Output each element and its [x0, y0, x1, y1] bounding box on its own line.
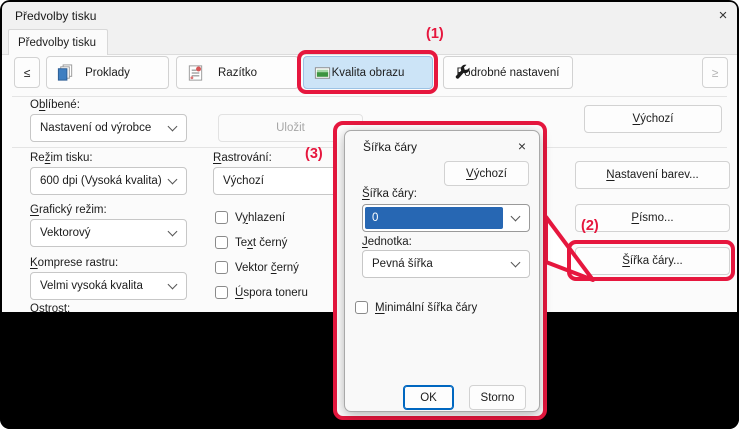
wrench-icon: [453, 63, 472, 82]
save-button-label: Uložit: [276, 122, 305, 134]
scroll-tabs-right-button[interactable]: ≥: [702, 57, 728, 88]
defaults-button[interactable]: Výchozí: [584, 105, 722, 133]
annotation-label-2: (2): [581, 218, 599, 234]
unit-select[interactable]: Pevná šířka: [362, 250, 530, 278]
scroll-left-icon: ≤: [24, 66, 31, 80]
chevron-down-icon: [168, 122, 178, 132]
favorites-select[interactable]: Nastavení od výrobce: [30, 114, 187, 142]
tab-covers[interactable]: Proklady: [46, 56, 169, 89]
dialog-line-width-label: Šířka čáry:: [362, 188, 417, 200]
annotation-box-1: [297, 50, 438, 94]
vector-black-checkbox[interactable]: Vektor černý: [215, 261, 299, 274]
tab-stamp[interactable]: Razítko: [176, 56, 299, 89]
graphics-mode-value: Vektorový: [40, 227, 91, 239]
window-title: Předvolby tisku: [15, 9, 96, 23]
screening-label: Rastrování:: [213, 152, 272, 164]
dialog-title: Šířka čáry: [363, 140, 417, 154]
print-mode-value: 600 dpi (Vysoká kvalita): [40, 175, 162, 187]
ok-button-label: OK: [420, 392, 437, 404]
text-black-checkbox[interactable]: Text černý: [215, 236, 287, 249]
color-settings-button-label: Nastavení barev...: [606, 169, 698, 181]
line-width-combo[interactable]: 0: [362, 204, 530, 232]
pages-icon: [56, 63, 75, 82]
scroll-tabs-left-button[interactable]: ≤: [14, 57, 40, 88]
color-settings-button[interactable]: Nastavení barev...: [575, 161, 730, 189]
annotation-box-2: [567, 240, 735, 281]
min-line-width-checkbox-label: Minimální šířka čáry: [375, 302, 477, 314]
smoothing-checkbox-label: Vyhlazení: [235, 212, 285, 224]
toner-save-checkbox[interactable]: Úspora toneru: [215, 286, 308, 299]
dialog-default-button[interactable]: Výchozí: [444, 161, 529, 186]
screening-value: Výchozí: [223, 175, 264, 187]
checkbox-icon: [215, 236, 228, 249]
dialog-close-icon[interactable]: ×: [513, 137, 531, 155]
raster-compression-label: Komprese rastru:: [30, 257, 118, 269]
cancel-button[interactable]: Storno: [469, 385, 526, 410]
line-width-dialog: Šířka čáry × Výchozí Šířka čáry: 0 Jedno…: [344, 130, 540, 412]
checkbox-icon: [215, 286, 228, 299]
unit-select-value: Pevná šířka: [372, 258, 433, 270]
scroll-right-icon: ≥: [712, 66, 719, 80]
print-mode-select[interactable]: 600 dpi (Vysoká kvalita): [30, 167, 187, 195]
favorites-value: Nastavení od výrobce: [40, 122, 151, 134]
min-line-width-checkbox[interactable]: Minimální šířka čáry: [355, 301, 477, 314]
tab-printing-preferences[interactable]: Předvolby tisku: [8, 29, 108, 55]
window-close-icon[interactable]: ×: [712, 5, 734, 25]
text-black-checkbox-label: Text černý: [235, 237, 287, 249]
tab-printing-preferences-label: Předvolby tisku: [18, 37, 96, 49]
toner-save-checkbox-label: Úspora toneru: [235, 287, 308, 299]
annotation-label-3: (3): [305, 146, 323, 162]
graphics-mode-label: Grafický režim:: [30, 204, 107, 216]
checkbox-icon: [215, 261, 228, 274]
tab-covers-label: Proklady: [85, 67, 130, 79]
chevron-down-icon: [511, 212, 521, 222]
separator: [12, 96, 727, 97]
stamp-icon: [186, 63, 205, 82]
tab-stamp-label: Razítko: [218, 67, 257, 79]
ok-button[interactable]: OK: [403, 385, 454, 410]
graphics-mode-select[interactable]: Vektorový: [30, 219, 187, 247]
chevron-down-icon: [511, 258, 521, 268]
defaults-button-label: Výchozí: [633, 113, 674, 125]
dialog-default-button-label: Výchozí: [466, 168, 507, 180]
chevron-down-icon: [168, 175, 178, 185]
favorites-label: Oblíbené:: [30, 99, 80, 111]
dialog-unit-label: Jednotka:: [362, 236, 412, 248]
print-mode-label: Režim tisku:: [30, 152, 93, 164]
raster-compression-select[interactable]: Velmi vysoká kvalita: [30, 272, 187, 300]
checkbox-icon: [355, 301, 368, 314]
tab-detailed-settings[interactable]: Podrobné nastavení: [443, 56, 573, 89]
vector-black-checkbox-label: Vektor černý: [235, 262, 299, 274]
smoothing-checkbox[interactable]: Vyhlazení: [215, 211, 285, 224]
checkbox-icon: [215, 211, 228, 224]
font-button-label: Písmo...: [631, 212, 673, 224]
chevron-down-icon: [168, 227, 178, 237]
raster-compression-value: Velmi vysoká kvalita: [40, 280, 143, 292]
annotation-label-1: (1): [426, 26, 444, 42]
line-width-combo-value: 0: [365, 207, 503, 229]
chevron-down-icon: [168, 280, 178, 290]
cancel-button-label: Storno: [481, 392, 515, 404]
screenshot-frame: Předvolby tisku × Předvolby tisku ≤ Prok…: [0, 0, 739, 429]
